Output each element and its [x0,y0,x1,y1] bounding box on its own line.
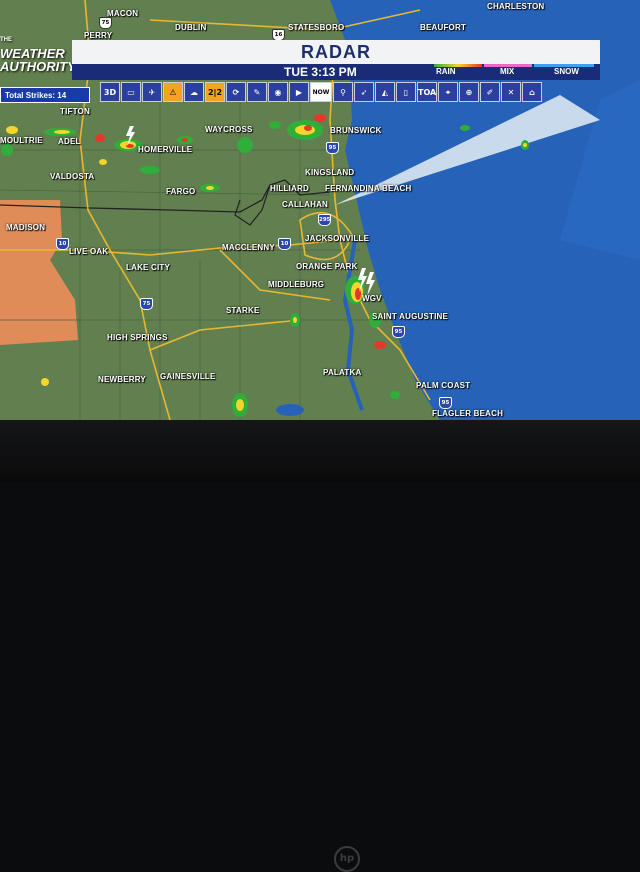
city-label: DUBLIN [175,23,207,32]
total-strikes-badge: Total Strikes: 14 [0,87,90,103]
city-label: PALM COAST [416,381,471,390]
city-label: CALLAHAN [282,200,329,209]
monitor-bezel: hp [0,420,640,872]
city-label: LIVE OAK [69,247,109,256]
snow-label: SNOW [554,67,579,76]
city-label: WGV [362,294,382,303]
highway-shield: 75 [99,17,112,29]
toolbar: 3D ▭ ✈ ⚠ ☁ 2|2 ⟳ ✎ ◉ ▶ NOW ⚲ ➶ ◭ ▯ TOA ⌖ ⊕ ✐ ✕ ⌂ [100,82,542,104]
city-label: FARGO [166,187,196,196]
city-label: JACKSONVILLE [305,234,370,243]
highway-shield: 75 [140,298,153,310]
highway-shield: 95 [392,326,405,338]
city-label: GAINESVILLE [160,372,216,381]
city-label: TIFTON [60,107,90,116]
time-bar: TUE 3:13 PM RAIN MIX SNOW [72,64,600,80]
close-icon[interactable]: ✕ [501,82,521,102]
rain-label: RAIN [436,67,456,76]
zoom-icon[interactable]: ⊕ [459,82,479,102]
lake [276,404,304,416]
mix-label: MIX [500,67,515,76]
city-label: STATESBORO [288,23,345,32]
cloud-icon[interactable]: ☁ [184,82,204,102]
location-icon[interactable]: ⌖ [438,82,458,102]
now-button[interactable]: NOW [310,82,332,102]
plane-icon[interactable]: ✈ [142,82,162,102]
split-icon[interactable]: 2|2 [205,82,225,102]
highway-shield: 95 [326,142,339,154]
pin-icon[interactable]: ⚲ [333,82,353,102]
highway-shield: 295 [318,214,331,226]
city-label: PALATKA [323,368,362,377]
city-label: CHARLESTON [487,2,545,11]
dropper-icon[interactable]: ✎ [247,82,267,102]
city-label: MOULTRIE [0,136,43,145]
pizza-icon[interactable]: ◭ [375,82,395,102]
hp-logo: hp [334,846,360,872]
city-label: KINGSLAND [305,168,355,177]
city-label: MIDDLEBURG [268,280,325,289]
logo-line2: AUTHORITY [0,59,76,74]
warning-icon[interactable]: ⚠ [163,82,183,102]
phone-icon[interactable]: ▯ [396,82,416,102]
page-title: RADAR [72,40,600,64]
city-label: VALDOSTA [50,172,95,181]
city-label: MADISON [6,223,46,232]
city-label: STARKE [226,306,260,315]
city-label: BRUNSWICK [330,126,382,135]
city-label: ADEL [58,137,81,146]
city-label: FLAGLER BEACH [432,409,504,418]
city-label: MACCLENNY [222,243,275,252]
highway-shield: 10 [56,238,69,250]
city-label: HOMERVILLE [138,145,193,154]
city-label: FERNANDINA BEACH [325,184,412,193]
refresh-icon[interactable]: ⟳ [226,82,246,102]
play-icon[interactable]: ▶ [289,82,309,102]
home-icon[interactable]: ⌂ [522,82,542,102]
city-label: MACON [107,9,139,18]
eye-icon[interactable]: ◉ [268,82,288,102]
city-label: NEWBERRY [98,375,146,384]
highway-shield: 10 [278,238,291,250]
city-label: HIGH SPRINGS [107,333,168,342]
city-label: BEAUFORT [420,23,467,32]
city-label: WAYCROSS [205,125,253,134]
city-label: HILLIARD [270,184,309,193]
rocket-icon[interactable]: ➶ [354,82,374,102]
weather-screen: MACON DUBLIN STATESBORO CHARLESTON PERRY… [0,0,640,420]
3d-button[interactable]: 3D [100,82,120,102]
highway-shield: 95 [439,397,452,409]
city-label: LAKE CITY [126,263,171,272]
time-display: TUE 3:13 PM [284,65,357,79]
city-label: SAINT AUGUSTINE [372,312,449,321]
screen-icon[interactable]: ▭ [121,82,141,102]
city-label: PERRY [84,31,113,40]
toa-button[interactable]: TOA [417,82,437,102]
weather-authority-logo: THE WEATHER AUTHORITY [0,34,76,80]
city-label: ORANGE PARK [296,262,358,271]
pen-icon[interactable]: ✐ [480,82,500,102]
